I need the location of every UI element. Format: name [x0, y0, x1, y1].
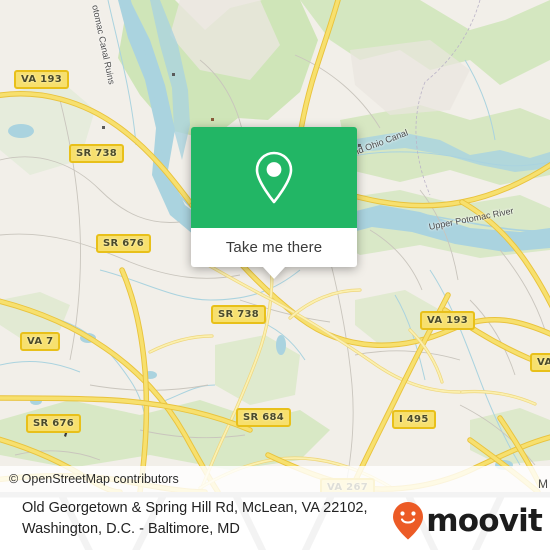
address-line-2: Washington, D.C. - Baltimore, MD — [22, 521, 240, 537]
map-canvas[interactable]: .park { fill:#cfe5b8; } .park2 { fill:#d… — [0, 0, 550, 492]
map-attribution-bar: © OpenStreetMap contributors — [0, 466, 550, 492]
moovit-wordmark: moovit — [426, 502, 543, 539]
moovit-pin-icon — [393, 502, 424, 540]
road-shield: VA 7 — [20, 332, 61, 351]
card-pointer-arrow — [263, 267, 285, 279]
road-shield: VA 193 — [14, 70, 69, 89]
road-shield: SR 676 — [26, 414, 82, 433]
place-popup-card[interactable]: Take me there — [191, 127, 357, 279]
map-page: .park { fill:#cfe5b8; } .park2 { fill:#d… — [0, 0, 550, 550]
attribution-text[interactable]: © OpenStreetMap contributors — [0, 472, 179, 486]
road-shield: I 495 — [392, 410, 436, 429]
road-shield: SR 676 — [96, 234, 152, 253]
take-me-there-label: Take me there — [225, 239, 323, 256]
road-shield: VA 193 — [420, 311, 475, 330]
road-shield: VA — [530, 353, 550, 372]
moovit-logo[interactable]: moovit — [392, 502, 543, 540]
road-shield: SR 684 — [236, 408, 292, 427]
footer-bar: Old Georgetown & Spring Hill Rd, McLean,… — [0, 492, 550, 550]
location-pin-icon — [255, 151, 293, 203]
place-address: Old Georgetown & Spring Hill Rd, McLean,… — [22, 498, 422, 540]
road-shield: SR 738 — [69, 144, 125, 163]
map-edge-letter: M — [538, 477, 548, 491]
card-header — [191, 127, 357, 228]
road-shield: SR 738 — [211, 305, 267, 324]
card-footer[interactable]: Take me there — [191, 228, 357, 279]
address-line-1: Old Georgetown & Spring Hill Rd, McLean,… — [22, 500, 368, 516]
